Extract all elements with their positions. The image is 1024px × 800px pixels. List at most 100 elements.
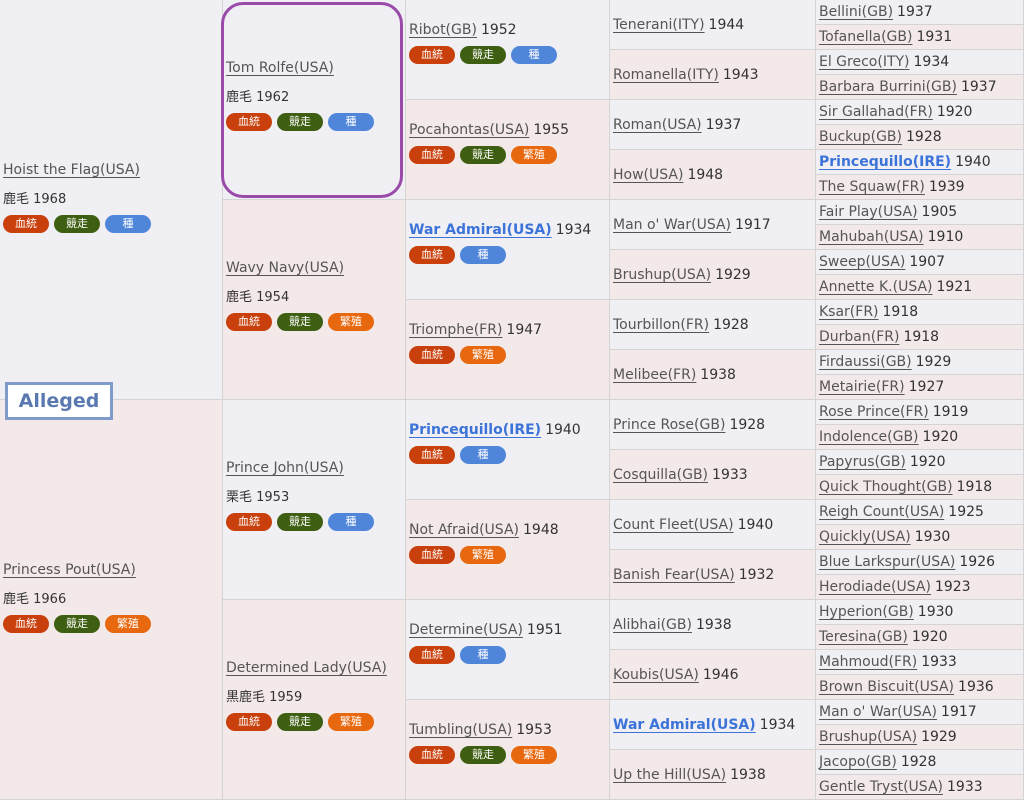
horse-link[interactable]: Gentle Tryst(USA) [819,779,943,795]
badge-ketto[interactable]: 血統 [409,746,455,764]
horse-link[interactable]: Not Afraid(USA) [409,522,519,538]
horse-link[interactable]: Herodiade(USA) [819,579,931,595]
badge-hanshoku[interactable]: 繁殖 [328,313,374,331]
horse-link[interactable]: Pocahontas(USA) [409,122,529,138]
horse-link[interactable]: Ribot(GB) [409,22,477,38]
badge-ketto[interactable]: 血統 [226,713,272,731]
badge-tane[interactable]: 種 [511,46,557,64]
badge-ketto[interactable]: 血統 [409,46,455,64]
badge-hanshoku[interactable]: 繁殖 [105,615,151,633]
horse-link[interactable]: Alibhai(GB) [613,617,692,633]
horse-link[interactable]: Hoist the Flag(USA) [3,162,140,178]
horse-link[interactable]: Count Fleet(USA) [613,517,734,533]
horse-link[interactable]: Up the Hill(USA) [613,767,726,783]
horse-link[interactable]: Tumbling(USA) [409,722,512,738]
badge-ketto[interactable]: 血統 [409,346,455,364]
badge-kyoso[interactable]: 競走 [277,513,323,531]
horse-link[interactable]: Mahubah(USA) [819,229,924,245]
horse-link[interactable]: Prince John(USA) [226,460,344,476]
horse-link[interactable]: Wavy Navy(USA) [226,260,344,276]
horse-link[interactable]: Rose Prince(FR) [819,404,929,420]
horse-link[interactable]: Fair Play(USA) [819,204,918,220]
horse-link[interactable]: Tom Rolfe(USA) [226,60,334,76]
horse-link[interactable]: Teresina(GB) [819,629,908,645]
badge-kyoso[interactable]: 競走 [460,46,506,64]
badge-hanshoku[interactable]: 繁殖 [328,713,374,731]
badge-ketto[interactable]: 血統 [3,615,49,633]
badge-tane[interactable]: 種 [460,646,506,664]
badge-hanshoku[interactable]: 繁殖 [511,146,557,164]
badge-ketto[interactable]: 血統 [226,113,272,131]
horse-link[interactable]: Man o' War(USA) [819,704,937,720]
horse-link[interactable]: Tourbillon(FR) [613,317,709,333]
badge-tane[interactable]: 種 [328,513,374,531]
gen5-cell: Mahmoud(FR) 1933 [816,650,1024,675]
horse-link[interactable]: Indolence(GB) [819,429,919,445]
badge-tane[interactable]: 種 [328,113,374,131]
horse-link[interactable]: Determined Lady(USA) [226,660,387,676]
horse-link[interactable]: Ksar(FR) [819,304,879,320]
horse-link[interactable]: El Greco(ITY) [819,54,910,70]
horse-link[interactable]: Bellini(GB) [819,4,893,20]
badge-hanshoku[interactable]: 繁殖 [460,346,506,364]
badge-kyoso[interactable]: 競走 [460,746,506,764]
badge-hanshoku[interactable]: 繁殖 [460,546,506,564]
horse-link[interactable]: Brushup(USA) [819,729,917,745]
horse-link[interactable]: How(USA) [613,167,683,183]
horse-link[interactable]: Princequillo(IRE) [819,154,951,170]
badge-tane[interactable]: 種 [460,446,506,464]
horse-link[interactable]: Sir Gallahad(FR) [819,104,933,120]
badge-ketto[interactable]: 血統 [409,246,455,264]
badge-hanshoku[interactable]: 繁殖 [511,746,557,764]
badge-ketto[interactable]: 血統 [409,646,455,664]
horse-link[interactable]: Quick Thought(GB) [819,479,953,495]
horse-link[interactable]: Hyperion(GB) [819,604,914,620]
horse-link[interactable]: Blue Larkspur(USA) [819,554,955,570]
horse-link[interactable]: Jacopo(GB) [819,754,897,770]
badge-kyoso[interactable]: 競走 [277,313,323,331]
horse-link[interactable]: Princess Pout(USA) [3,562,136,578]
badge-kyoso[interactable]: 競走 [277,113,323,131]
horse-link[interactable]: Brushup(USA) [613,267,711,283]
badge-ketto[interactable]: 血統 [409,546,455,564]
horse-link[interactable]: Buckup(GB) [819,129,902,145]
badge-tane[interactable]: 種 [460,246,506,264]
horse-link[interactable]: Annette K.(USA) [819,279,933,295]
horse-link[interactable]: Mahmoud(FR) [819,654,917,670]
horse-link[interactable]: Triomphe(FR) [409,322,502,338]
badge-ketto[interactable]: 血統 [409,146,455,164]
horse-link[interactable]: War Admiral(USA) [613,717,756,733]
badge-kyoso[interactable]: 競走 [54,215,100,233]
badge-ketto[interactable]: 血統 [226,313,272,331]
horse-link[interactable]: Roman(USA) [613,117,702,133]
badge-tane[interactable]: 種 [105,215,151,233]
horse-link[interactable]: Prince Rose(GB) [613,417,725,433]
horse-link[interactable]: Quickly(USA) [819,529,911,545]
horse-link[interactable]: Brown Biscuit(USA) [819,679,954,695]
horse-link[interactable]: Romanella(ITY) [613,67,719,83]
badge-ketto[interactable]: 血統 [3,215,49,233]
horse-link[interactable]: Banish Fear(USA) [613,567,735,583]
horse-link[interactable]: Metairie(FR) [819,379,905,395]
badge-kyoso[interactable]: 競走 [54,615,100,633]
horse-link[interactable]: Princequillo(IRE) [409,422,541,438]
horse-link[interactable]: Sweep(USA) [819,254,905,270]
badge-ketto[interactable]: 血統 [409,446,455,464]
horse-link[interactable]: Determine(USA) [409,622,523,638]
horse-link[interactable]: Reigh Count(USA) [819,504,944,520]
badge-ketto[interactable]: 血統 [226,513,272,531]
horse-link[interactable]: Melibee(FR) [613,367,696,383]
horse-link[interactable]: Barbara Burrini(GB) [819,79,957,95]
horse-link[interactable]: Firdaussi(GB) [819,354,912,370]
horse-link[interactable]: Papyrus(GB) [819,454,906,470]
horse-link[interactable]: The Squaw(FR) [819,179,925,195]
horse-link[interactable]: Tofanella(GB) [819,29,912,45]
horse-link[interactable]: Durban(FR) [819,329,899,345]
horse-link[interactable]: Man o' War(USA) [613,217,731,233]
horse-link[interactable]: Tenerani(ITY) [613,17,705,33]
horse-link[interactable]: War Admiral(USA) [409,222,552,238]
badge-kyoso[interactable]: 競走 [460,146,506,164]
horse-link[interactable]: Koubis(USA) [613,667,699,683]
badge-kyoso[interactable]: 競走 [277,713,323,731]
horse-link[interactable]: Cosquilla(GB) [613,467,708,483]
